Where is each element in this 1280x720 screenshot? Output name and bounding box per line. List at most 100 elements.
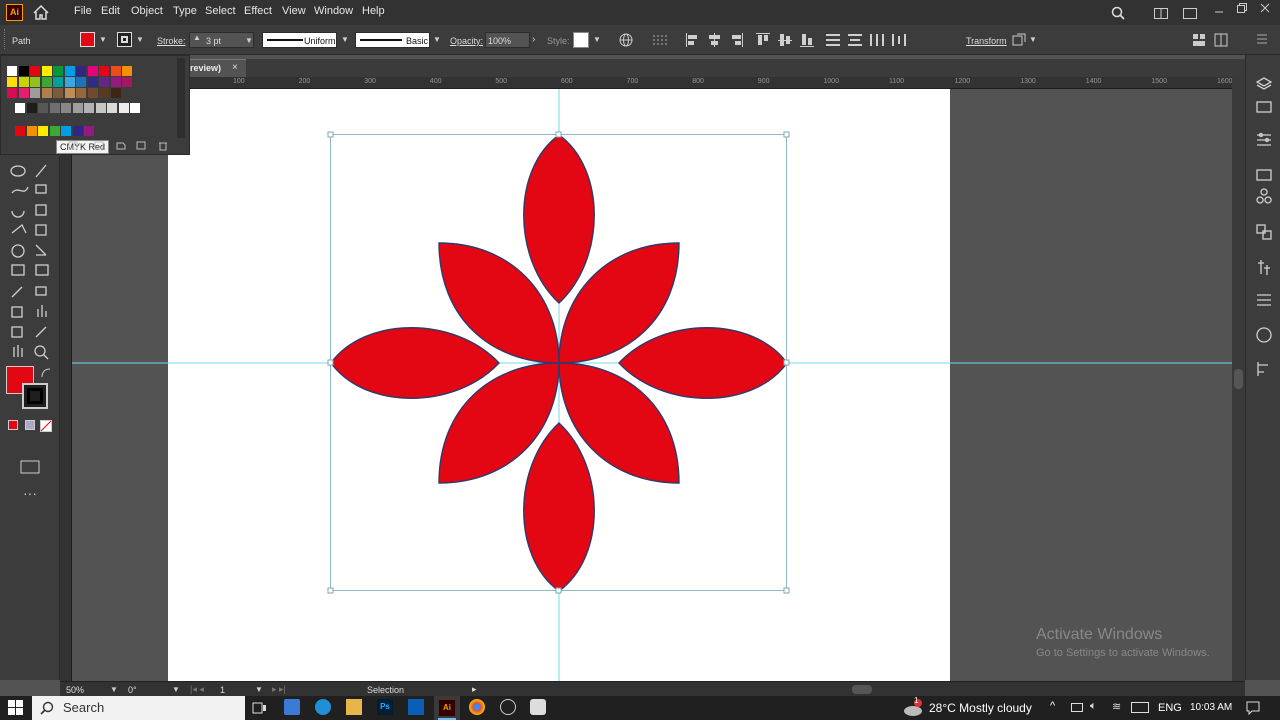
home-icon[interactable]	[33, 5, 49, 20]
chevron-right-icon[interactable]: ›	[532, 34, 535, 45]
arrange-icon[interactable]	[1154, 8, 1168, 19]
swatch-scrollbar[interactable]	[177, 58, 185, 138]
dock-icons[interactable]	[1255, 75, 1273, 405]
chevron-down-icon[interactable]: ▼	[1029, 35, 1037, 44]
weather-icon[interactable]	[902, 699, 924, 717]
keyboard-icon[interactable]	[1131, 702, 1149, 713]
swap-fill-stroke-icon[interactable]	[40, 367, 52, 379]
maximize-panel-icon[interactable]	[1183, 8, 1197, 19]
search-icon[interactable]	[1111, 6, 1125, 20]
brush-definition[interactable]: Basic	[355, 32, 430, 48]
file-explorer-icon[interactable]	[346, 699, 362, 715]
menu-view[interactable]: View	[282, 5, 306, 17]
color-swatch[interactable]	[7, 88, 17, 98]
more-tools-icon[interactable]: ···	[23, 485, 37, 501]
menu-object[interactable]: Object	[131, 5, 163, 17]
color-swatch[interactable]	[30, 77, 40, 87]
weather-text[interactable]: 28°C Mostly cloudy	[929, 701, 1032, 715]
align-icons[interactable]	[686, 32, 916, 48]
color-swatch[interactable]	[7, 77, 17, 87]
color-swatch[interactable]	[18, 66, 29, 76]
language-indicator[interactable]: ENG	[1158, 702, 1182, 714]
color-swatch[interactable]	[15, 103, 25, 113]
workspace-icon[interactable]	[1214, 33, 1232, 47]
color-swatch[interactable]	[87, 77, 98, 87]
menu-select[interactable]: Select	[205, 5, 236, 17]
store-icon[interactable]	[284, 699, 300, 715]
color-swatch[interactable]	[7, 66, 17, 76]
chevron-down-icon[interactable]: ▼	[136, 35, 144, 44]
color-swatch[interactable]	[15, 126, 25, 136]
color-swatch[interactable]	[99, 88, 109, 98]
opacity-field[interactable]: 100%	[485, 32, 530, 48]
tray-chevron-icon[interactable]: ^	[1050, 700, 1055, 712]
color-swatch[interactable]	[38, 103, 48, 113]
color-swatch[interactable]	[87, 66, 98, 76]
vertical-scrollbar[interactable]	[1232, 77, 1245, 681]
color-swatch[interactable]	[110, 77, 121, 87]
zoom-level[interactable]: 50%	[66, 685, 84, 695]
chevron-down-icon[interactable]: ▼	[341, 35, 349, 44]
variable-width-profile[interactable]: Uniform	[262, 32, 337, 48]
menu-window[interactable]: Window	[314, 5, 353, 17]
swatch-panel-buttons[interactable]	[67, 140, 177, 152]
menu-file[interactable]: File	[74, 5, 92, 17]
chrome-icon[interactable]	[469, 699, 485, 715]
color-swatch[interactable]	[53, 66, 63, 76]
color-swatch[interactable]	[110, 66, 121, 76]
stroke-swatch[interactable]	[22, 383, 48, 409]
color-swatch[interactable]	[61, 126, 71, 136]
color-swatch[interactable]	[95, 103, 106, 113]
color-swatch[interactable]	[99, 66, 109, 76]
color-swatch[interactable]	[64, 66, 75, 76]
color-swatch[interactable]	[76, 66, 86, 76]
color-swatch[interactable]	[41, 77, 52, 87]
color-swatch[interactable]	[72, 126, 83, 136]
color-swatch[interactable]	[118, 103, 129, 113]
app-icon[interactable]	[500, 699, 516, 715]
color-swatch[interactable]	[41, 66, 52, 76]
task-view-icon[interactable]	[251, 700, 267, 716]
color-swatch[interactable]	[84, 103, 94, 113]
tab-close-icon[interactable]: ×	[232, 62, 238, 73]
menu-edit[interactable]: Edit	[101, 5, 120, 17]
photoshop-icon[interactable]: Ps	[377, 699, 393, 715]
color-swatch[interactable]	[38, 126, 48, 136]
wifi-icon[interactable]: ≋	[1112, 700, 1121, 713]
horizontal-scroll-thumb[interactable]	[852, 685, 872, 694]
color-swatch[interactable]	[64, 88, 75, 98]
snip-icon[interactable]	[530, 699, 546, 715]
color-swatch[interactable]	[18, 77, 29, 87]
menu-type[interactable]: Type	[173, 5, 197, 17]
restore-icon[interactable]	[1237, 3, 1247, 13]
color-swatch[interactable]	[26, 103, 37, 113]
opacity-label[interactable]: Opacity:	[450, 36, 483, 46]
color-swatch[interactable]	[49, 126, 60, 136]
color-swatch[interactable]	[122, 66, 132, 76]
artboard-nav-last[interactable]: ▸ ▸|	[272, 684, 286, 695]
grid-icon[interactable]	[652, 33, 670, 47]
artboard-number[interactable]: 1	[220, 685, 225, 695]
document-tab[interactable]: review) ×	[190, 59, 246, 77]
outlook-icon[interactable]	[408, 699, 424, 715]
none-mode-icon[interactable]	[40, 420, 52, 432]
color-swatch[interactable]	[87, 88, 98, 98]
screen-mode-icon[interactable]	[20, 460, 40, 474]
chevron-down-icon[interactable]: ▼	[433, 35, 441, 44]
panel-menu-icon[interactable]	[1256, 33, 1268, 45]
color-mode-icon[interactable]	[8, 420, 18, 430]
color-swatch[interactable]	[107, 103, 117, 113]
arrange-documents-icon[interactable]	[1192, 33, 1206, 47]
color-swatch[interactable]	[76, 77, 86, 87]
transform-options-icon[interactable]	[1012, 33, 1026, 47]
color-swatch[interactable]	[110, 88, 121, 98]
style-swatch[interactable]	[573, 32, 589, 48]
gradient-mode-icon[interactable]	[25, 420, 35, 430]
chevron-down-icon[interactable]: ▼	[99, 35, 107, 44]
chevron-down-icon[interactable]: ▼	[593, 35, 601, 44]
color-swatch[interactable]	[122, 77, 132, 87]
app-logo[interactable]: Ai	[6, 4, 23, 21]
color-swatch[interactable]	[72, 103, 83, 113]
edge-icon[interactable]	[315, 699, 331, 715]
color-swatch[interactable]	[18, 88, 29, 98]
